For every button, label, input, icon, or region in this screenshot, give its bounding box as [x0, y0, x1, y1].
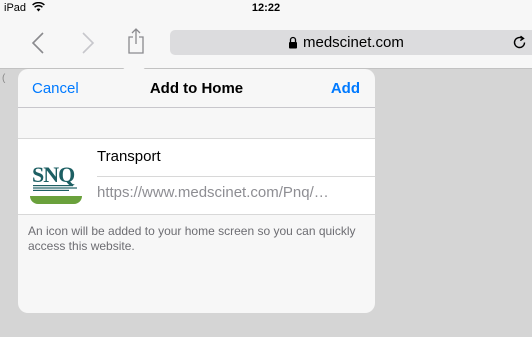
page-content-fragment: (: [2, 73, 6, 84]
status-bar: iPad 12:22: [0, 0, 532, 17]
chevron-right-icon[interactable]: [80, 31, 96, 55]
share-icon[interactable]: [126, 28, 146, 54]
address-bar[interactable]: medscinet.com: [170, 30, 532, 55]
chevron-left-icon[interactable]: [30, 31, 46, 55]
clock: 12:22: [251, 2, 281, 14]
browser-toolbar: medscinet.com: [0, 17, 532, 69]
reload-icon[interactable]: [512, 35, 527, 50]
lock-icon: [289, 36, 297, 49]
shortcut-url-field: https://www.medscinet.com/Pnq/…: [97, 184, 329, 201]
add-to-home-popover: Cancel Add to Home Add SNQ Transport htt…: [18, 69, 375, 313]
logo-tagline-lines: [33, 185, 77, 191]
logo-green-band: [30, 196, 82, 204]
field-divider: [97, 176, 375, 177]
app-icon-preview: SNQ: [30, 152, 82, 204]
address-url: medscinet.com: [303, 34, 404, 51]
shortcut-name-input[interactable]: Transport: [97, 148, 367, 170]
add-button[interactable]: Add: [331, 80, 360, 97]
add-to-home-note: An icon will be added to your home scree…: [28, 224, 356, 253]
popover-title: Add to Home: [149, 80, 244, 97]
popover-header: Cancel Add to Home Add: [18, 69, 375, 108]
bookmark-form: SNQ Transport https://www.medscinet.com/…: [18, 138, 375, 215]
